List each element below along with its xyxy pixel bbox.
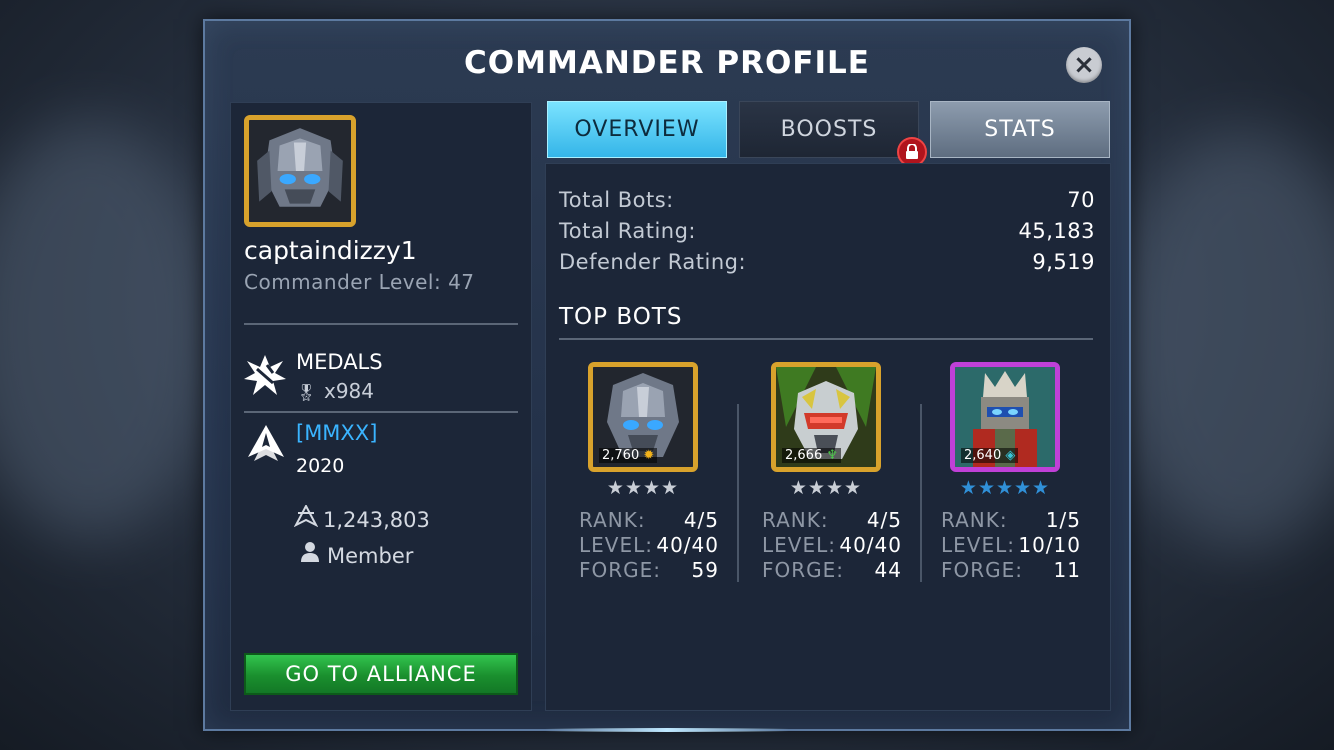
bot-power: 2,666 ♆ — [782, 448, 842, 463]
specialist-class-icon: ◈ — [1001, 448, 1016, 463]
divider — [559, 338, 1093, 340]
modal-title: COMMANDER PROFILE — [464, 45, 870, 81]
bot-card-3[interactable]: 2,640 ◈ ★★★★★ RANK: 1/5 LEVEL: 10/10 FORGE… — [908, 362, 1080, 592]
bot-stars: ★★★★★ — [959, 477, 1051, 499]
commander-level: Commander Level: 47 — [244, 270, 475, 294]
stat-label: Defender Rating: — [559, 250, 747, 274]
defender-class-icon: ♆ — [822, 448, 839, 463]
alliance-emblem-icon — [248, 425, 284, 461]
alliance-tag-link[interactable]: [MMXX] — [296, 421, 377, 445]
alliance-score: 1,243,803 — [293, 503, 430, 532]
avatar[interactable] — [244, 115, 356, 227]
bot-rank: RANK: 4/5 — [579, 508, 719, 532]
bot-forge: FORGE: 44 — [762, 558, 902, 582]
rank-label: RANK: — [762, 508, 829, 532]
stat-defender-rating: Defender Rating: 9,519 — [559, 250, 1095, 274]
divider — [244, 323, 518, 325]
profile-panel: captaindizzy1 Commander Level: 47 MEDALS… — [230, 102, 532, 711]
commander-profile-modal: COMMANDER PROFILE × captaindizzy1 Comman… — [203, 19, 1131, 732]
medals-count-value: x984 — [324, 379, 375, 403]
bot-level: LEVEL: 40/40 — [579, 533, 719, 557]
modal-glow — [545, 728, 789, 732]
alliance-score-value: 1,243,803 — [323, 508, 430, 532]
bot-power-value: 2,666 — [785, 448, 823, 463]
stat-total-bots: Total Bots: 70 — [559, 188, 1095, 212]
level-value: 40/40 — [839, 533, 902, 557]
close-icon: × — [1073, 50, 1095, 80]
robot-portrait-icon — [249, 120, 351, 222]
bot-rank: RANK: 4/5 — [762, 508, 902, 532]
tab-boosts[interactable]: BOOSTS — [739, 101, 919, 158]
forge-value: 44 — [874, 558, 902, 582]
overview-panel: Total Bots: 70 Total Rating: 45,183 Defe… — [545, 163, 1111, 711]
forge-value: 11 — [1053, 558, 1081, 582]
bot-power: 2,640 ◈ — [961, 448, 1019, 463]
rank-label: RANK: — [579, 508, 646, 532]
bot-stars: ★★★★ — [606, 477, 680, 499]
forge-label: FORGE: — [941, 558, 1024, 582]
attacker-class-icon: ✹ — [639, 448, 655, 463]
level-label: LEVEL: — [579, 533, 653, 557]
medals-count: 🎖︎ x984 — [296, 379, 374, 403]
rank-label: RANK: — [941, 508, 1008, 532]
bot-power-value: 2,640 — [964, 448, 1002, 463]
bot-card-2[interactable]: 2,666 ♆ ★★★★ RANK: 4/5 LEVEL: 40/40 FORGE:… — [729, 362, 901, 592]
tab-overview[interactable]: OVERVIEW — [547, 101, 727, 158]
stat-total-rating: Total Rating: 45,183 — [559, 219, 1095, 243]
alliance-score-icon — [293, 503, 319, 532]
forge-label: FORGE: — [762, 558, 845, 582]
rank-value: 4/5 — [683, 508, 719, 532]
close-button[interactable]: × — [1066, 47, 1102, 83]
divider — [244, 411, 518, 413]
forge-value: 59 — [691, 558, 719, 582]
stat-value: 70 — [1067, 188, 1095, 212]
level-label: LEVEL: — [941, 533, 1015, 557]
bot-portrait-frame: 2,666 ♆ — [771, 362, 881, 472]
bot-portrait-frame: 2,640 ◈ — [950, 362, 1060, 472]
alliance-role: Member — [297, 541, 413, 568]
bot-forge: FORGE: 59 — [579, 558, 719, 582]
bot-level: LEVEL: 10/10 — [941, 533, 1081, 557]
level-value: 10/10 — [1018, 533, 1081, 557]
medals-label: MEDALS — [296, 350, 383, 374]
stat-label: Total Rating: — [559, 219, 697, 243]
top-bots-heading: TOP BOTS — [559, 304, 683, 330]
level-label: LEVEL: — [762, 533, 836, 557]
alliance-name: 2020 — [296, 455, 345, 477]
stat-label: Total Bots: — [559, 188, 674, 212]
tab-stats[interactable]: STATS — [930, 101, 1110, 158]
bot-portrait-frame: 2,760 ✹ — [588, 362, 698, 472]
rank-value: 1/5 — [1045, 508, 1081, 532]
stat-value: 9,519 — [1032, 250, 1095, 274]
medal-icon: 🎖︎ — [296, 383, 317, 402]
medal-burst-icon — [244, 355, 286, 395]
bot-rank: RANK: 1/5 — [941, 508, 1081, 532]
bot-power: 2,760 ✹ — [599, 448, 658, 463]
go-to-alliance-button[interactable]: GO TO ALLIANCE — [244, 653, 518, 695]
bot-stars: ★★★★ — [789, 477, 863, 499]
forge-label: FORGE: — [579, 558, 662, 582]
bot-forge: FORGE: 11 — [941, 558, 1081, 582]
stat-value: 45,183 — [1018, 219, 1095, 243]
rank-value: 4/5 — [866, 508, 902, 532]
alliance-role-value: Member — [327, 544, 414, 568]
level-value: 40/40 — [656, 533, 719, 557]
member-icon — [297, 541, 323, 568]
username: captaindizzy1 — [244, 236, 417, 265]
bot-power-value: 2,760 — [602, 448, 640, 463]
bot-level: LEVEL: 40/40 — [762, 533, 902, 557]
bot-card-1[interactable]: 2,760 ✹ ★★★★ RANK: 4/5 LEVEL: 40/40 FORGE:… — [546, 362, 718, 592]
